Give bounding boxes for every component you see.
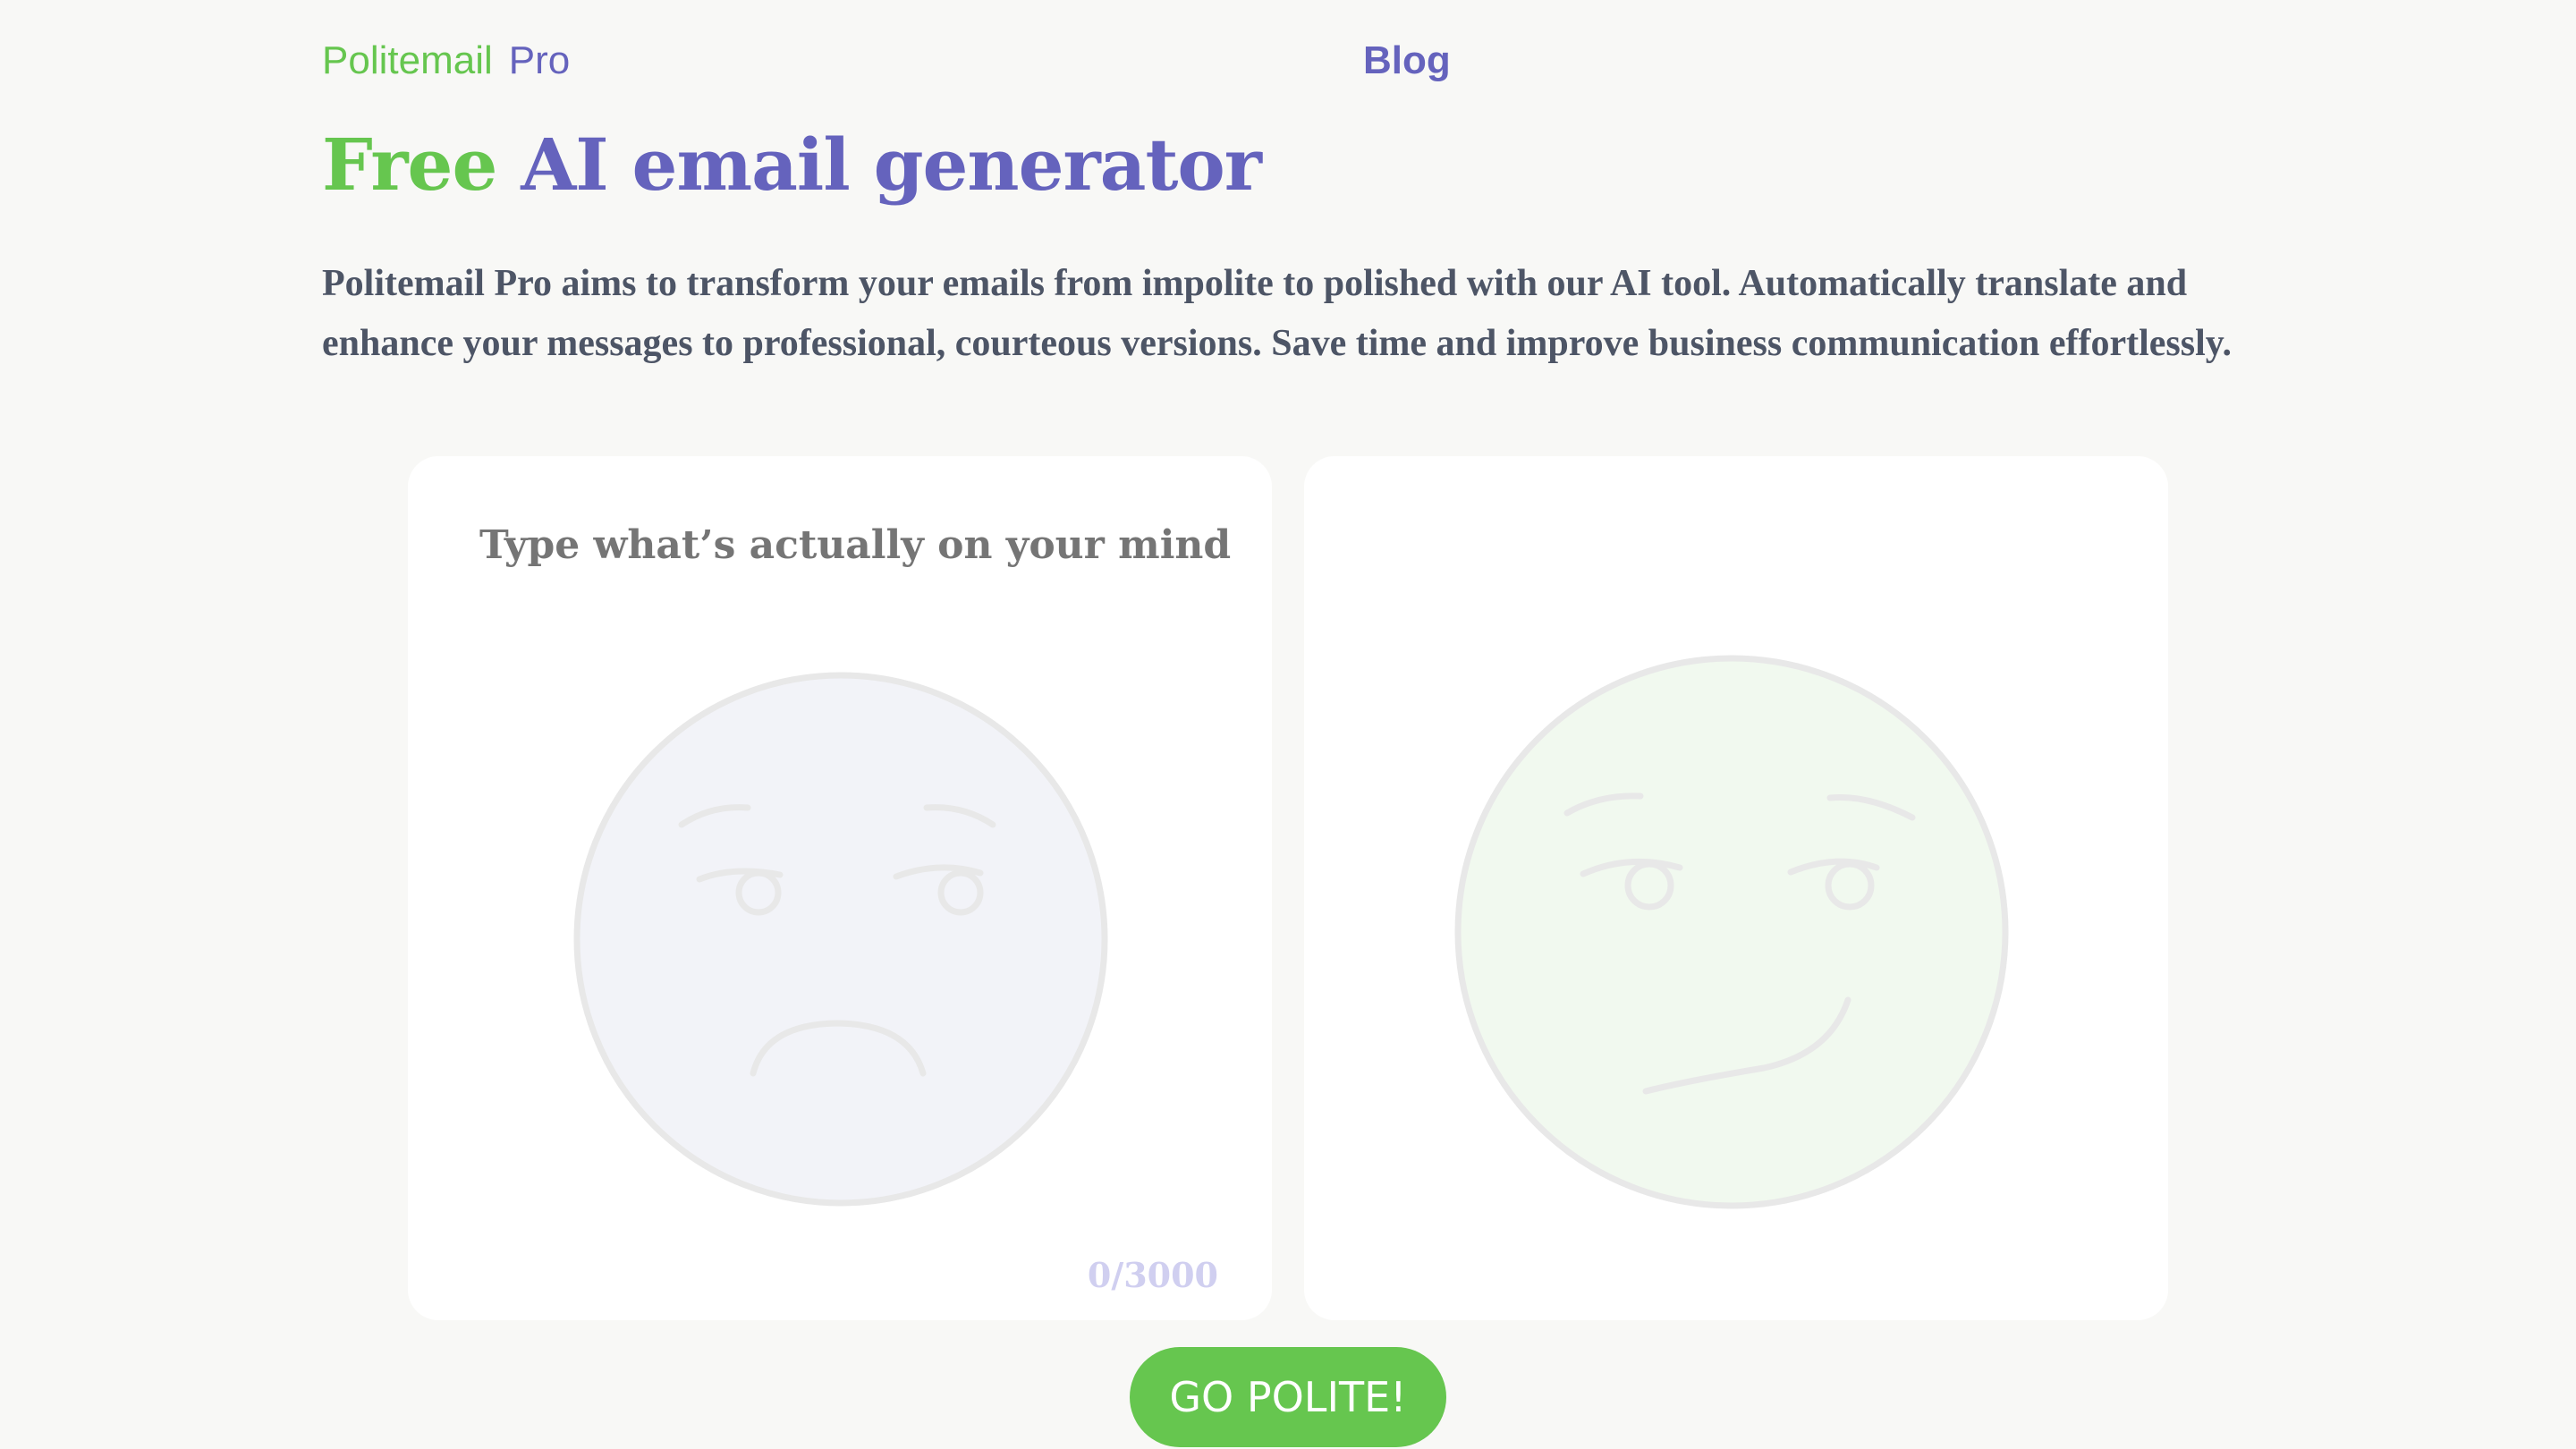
logo-text-pro: Pro <box>508 38 571 82</box>
input-panel: 0/3000 <box>408 456 1272 1320</box>
character-counter: 0/3000 <box>1087 1255 1218 1295</box>
output-panel <box>1304 456 2168 1320</box>
page-title: Free AI email generator <box>322 120 1262 209</box>
page-title-rest: AI email generator <box>521 123 1262 207</box>
sad-face-icon <box>573 672 1108 1207</box>
logo-text-politemail: Politemail <box>322 38 493 82</box>
page-title-highlight: Free <box>322 123 497 207</box>
go-polite-button[interactable]: GO POLITE! <box>1130 1347 1446 1447</box>
logo[interactable]: Politemail Pro <box>322 36 570 86</box>
smirk-face-icon <box>1454 655 2009 1209</box>
email-input[interactable] <box>479 519 1231 572</box>
intro-description: Politemail Pro aims to transform your em… <box>322 263 2232 364</box>
nav-link-blog[interactable]: Blog <box>1363 36 1451 86</box>
